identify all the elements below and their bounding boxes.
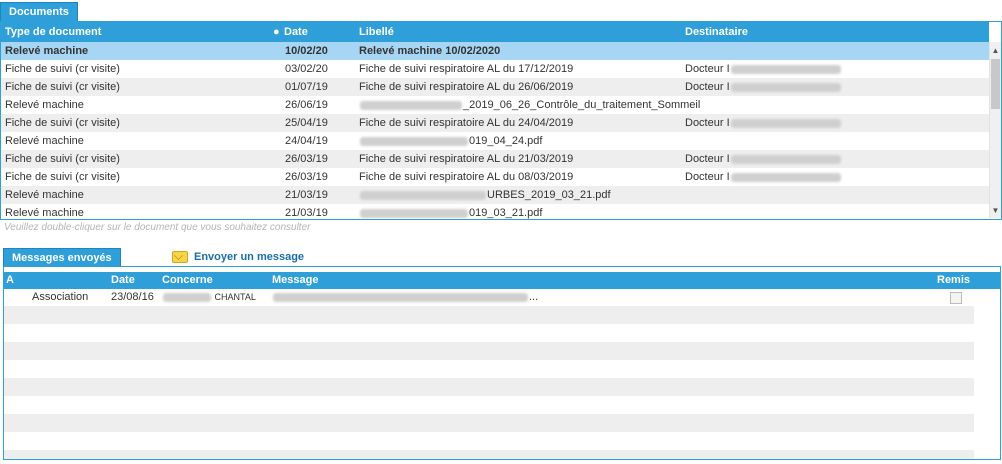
remis-checkbox[interactable] (950, 292, 962, 304)
column-header-concerne[interactable]: Concerne (162, 274, 213, 286)
column-header-date[interactable]: Date (284, 26, 308, 38)
cell-date: 26/03/19 (285, 153, 328, 165)
column-header-date[interactable]: Date (111, 274, 135, 286)
cell-libelle: URBES_2019_03_21.pdf (359, 186, 611, 204)
cell-date: 10/02/20 (285, 45, 328, 57)
table-row[interactable]: Relevé machine 21/03/19 019_03_21.pdf (1, 204, 989, 219)
cell-date: 21/03/19 (285, 189, 328, 201)
cell-date: 23/08/16 (111, 291, 154, 303)
column-header-libelle[interactable]: Libellé (359, 26, 394, 38)
cell-libelle: 019_04_24.pdf (359, 132, 542, 150)
documents-scrollbar[interactable]: ▲ ▼ (989, 42, 1001, 218)
table-row[interactable]: Fiche de suivi (cr visite) 01/07/19 Fich… (1, 78, 989, 96)
cell-concerne: CHANTAL (162, 288, 256, 306)
cell-libelle: _2019_06_26_Contrôle_du_traitement_Somme… (359, 96, 700, 114)
table-row (4, 378, 974, 396)
cell-date: 21/03/19 (285, 207, 328, 219)
table-row[interactable]: Fiche de suivi (cr visite) 03/02/20 Fich… (1, 60, 989, 78)
cell-libelle: Fiche de suivi respiratoire AL du 26/06/… (359, 81, 574, 93)
table-row (4, 396, 974, 414)
cell-date: 26/06/19 (285, 99, 328, 111)
documents-header: Type de document ● Date Libellé Destinat… (1, 22, 989, 42)
table-row (4, 342, 974, 360)
cell-libelle: Fiche de suivi respiratoire AL du 24/04/… (359, 117, 574, 129)
cell-destinataire: Docteur I (685, 114, 842, 132)
cell-destinataire: Docteur I (685, 150, 842, 168)
sort-indicator-icon: ● (273, 26, 280, 38)
cell-type: Relevé machine (5, 189, 84, 201)
cell-destinataire: Docteur I (685, 78, 842, 96)
column-header-remis[interactable]: Remis (937, 274, 970, 286)
envelope-icon (172, 251, 188, 263)
messages-header: A Date Concerne Message Remis (4, 272, 1000, 289)
cell-type: Relevé machine (5, 99, 84, 111)
table-row[interactable]: Fiche de suivi (cr visite) 25/04/19 Fich… (1, 114, 989, 132)
scroll-up-icon[interactable]: ▲ (990, 45, 1001, 56)
cell-libelle: Fiche de suivi respiratoire AL du 08/03/… (359, 171, 574, 183)
cell-type: Fiche de suivi (cr visite) (5, 171, 120, 183)
messages-grid: A Date Concerne Message Remis Associatio… (3, 266, 1001, 460)
cell-date: 01/07/19 (285, 81, 328, 93)
cell-libelle: 019_03_21.pdf (359, 204, 542, 219)
column-header-a[interactable]: A (6, 274, 14, 286)
cell-type: Relevé machine (5, 207, 84, 219)
column-header-type[interactable]: Type de document (5, 26, 101, 38)
cell-date: 25/04/19 (285, 117, 328, 129)
scroll-thumb[interactable] (991, 59, 1000, 109)
cell-date: 03/02/20 (285, 63, 328, 75)
table-row (4, 306, 974, 324)
cell-libelle: Fiche de suivi respiratoire AL du 17/12/… (359, 63, 574, 75)
table-row (4, 450, 974, 459)
column-header-message[interactable]: Message (272, 274, 318, 286)
table-row[interactable]: Relevé machine 26/06/19 _2019_06_26_Cont… (1, 96, 989, 114)
table-row (4, 414, 974, 432)
table-row[interactable]: Association 23/08/16 CHANTAL ... (4, 288, 974, 306)
table-row (4, 360, 974, 378)
cell-destinataire: Docteur I (685, 60, 842, 78)
cell-type: Relevé machine (5, 45, 89, 57)
cell-type: Fiche de suivi (cr visite) (5, 117, 120, 129)
send-message-label: Envoyer un message (194, 251, 305, 263)
cell-type: Relevé machine (5, 135, 84, 147)
cell-libelle: Relevé machine 10/02/2020 (359, 45, 501, 57)
scroll-down-icon[interactable]: ▼ (990, 205, 1001, 216)
table-row (4, 432, 974, 450)
cell-date: 26/03/19 (285, 171, 328, 183)
send-message-button[interactable]: Envoyer un message (172, 249, 304, 265)
documents-grid: Type de document ● Date Libellé Destinat… (0, 21, 1002, 220)
column-header-destinataire[interactable]: Destinataire (685, 26, 748, 38)
documents-hint: Veuillez double-cliquer sur le document … (4, 222, 311, 233)
table-row[interactable]: Relevé machine 24/04/19 019_04_24.pdf (1, 132, 989, 150)
cell-type: Fiche de suivi (cr visite) (5, 81, 120, 93)
table-row[interactable]: Relevé machine 10/02/20 Relevé machine 1… (1, 42, 989, 60)
table-row[interactable]: Fiche de suivi (cr visite) 26/03/19 Fich… (1, 150, 989, 168)
cell-type: Fiche de suivi (cr visite) (5, 153, 120, 165)
tab-messages-envoyes[interactable]: Messages envoyés (3, 248, 121, 267)
cell-destinataire: Docteur I (685, 168, 842, 186)
cell-a: Association (32, 291, 89, 303)
cell-date: 24/04/19 (285, 135, 328, 147)
tab-documents[interactable]: Documents (0, 2, 78, 22)
table-row[interactable]: Relevé machine 21/03/19 URBES_2019_03_21… (1, 186, 989, 204)
cell-message: ... (272, 288, 538, 306)
cell-libelle: Fiche de suivi respiratoire AL du 21/03/… (359, 153, 574, 165)
cell-type: Fiche de suivi (cr visite) (5, 63, 120, 75)
table-row (4, 324, 974, 342)
table-row[interactable]: Fiche de suivi (cr visite) 26/03/19 Fich… (1, 168, 989, 186)
